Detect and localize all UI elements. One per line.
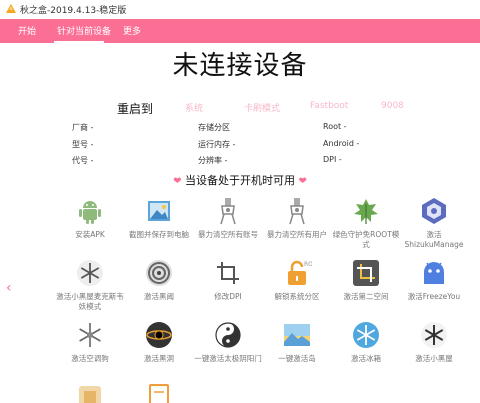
reboot-9008-button[interactable]: 9008 (381, 101, 404, 111)
tool-label: 激活小黑屋麦克斯韦妖模式 (56, 292, 124, 311)
crop-dark-icon (351, 258, 381, 288)
info-dpi: DPI - (323, 155, 342, 164)
tab-more[interactable]: 更多 (123, 24, 141, 37)
active-tab-indicator (54, 41, 104, 43)
yinyang-icon (213, 320, 243, 350)
tool-label: 安装APK (75, 230, 105, 239)
crop-icon (213, 258, 243, 288)
info-manufacturer: 厂商 - (72, 123, 94, 132)
tool-label: 一键激活岛 (278, 354, 316, 363)
app-logo-icon (6, 4, 16, 13)
tool-partial-1[interactable] (54, 382, 126, 403)
tool-blackthreshold[interactable]: 激活黑阈 (123, 258, 195, 302)
tool-island[interactable]: 一键激活岛 (261, 320, 333, 364)
nav-bar: 开始 针对当前设备 更多 (0, 19, 480, 43)
info-ram: 运行内存 - (198, 140, 236, 149)
tool-blackhole[interactable]: 激活黑洞 (123, 320, 195, 364)
image-icon (144, 196, 174, 226)
document-icon (144, 382, 174, 403)
tool-brevent-maxwell[interactable]: 激活小黑屋麦克斯韦妖模式 (54, 258, 126, 312)
tool-label: 暴力清空所有账号 (198, 230, 258, 239)
reboot-fastboot-button[interactable]: Fastboot (310, 101, 348, 111)
tool-label: 一键激活太极阴阳门 (194, 354, 262, 363)
tool-freezeyou[interactable]: 激活FreezeYou (398, 258, 470, 302)
tool-label: 激活第二空间 (343, 292, 389, 301)
tool-modify-dpi[interactable]: 修改DPI (192, 258, 264, 302)
tool-label: 激活FreezeYou (407, 292, 461, 301)
tool-label: 修改DPI (214, 292, 242, 301)
snowflake-blue-icon (351, 320, 381, 350)
info-storage: 存储分区 (198, 123, 230, 132)
tool-greenify[interactable]: 绿色守护免ROOT模式 (330, 196, 402, 250)
tool-label: 截图并保存到电脑 (129, 230, 189, 239)
tool-install-apk[interactable]: 安装APK (54, 196, 126, 240)
heart-icon: ❤ (298, 176, 307, 187)
swirl-icon (144, 258, 174, 288)
tool-partial-2[interactable] (123, 382, 195, 403)
tool-second-space[interactable]: 激活第二空间 (330, 258, 402, 302)
tool-label: 激活黑洞 (144, 354, 174, 363)
android-icon (75, 196, 105, 226)
tool-label: 激活小黑屋 (415, 354, 453, 363)
hexagon-icon (419, 196, 449, 226)
snowflake-dark-icon (419, 320, 449, 350)
tool-label: 解锁系统分区 (274, 292, 320, 301)
section-title: ❤ 当设备处于开机时可用 ❤ (0, 172, 480, 188)
tab-current-device[interactable]: 针对当前设备 (57, 24, 111, 37)
clamp-icon (213, 196, 243, 226)
svg-text:ROOT: ROOT (304, 261, 312, 268)
reboot-system-button[interactable]: 系统 (185, 101, 203, 114)
tool-shizuku[interactable]: 激活ShizukuManage (398, 196, 470, 250)
tool-clear-accounts[interactable]: 暴力清空所有账号 (192, 196, 264, 240)
info-resolution: 分辨率 - (198, 156, 228, 165)
reboot-label: 重启到 (117, 102, 154, 116)
tool-icebox[interactable]: 激活冰箱 (330, 320, 402, 364)
unlock-icon: ROOT (282, 258, 322, 288)
tool-label: 激活ShizukuManage (404, 230, 464, 249)
leaf-icon (351, 196, 381, 226)
tool-brevent[interactable]: 激活小黑屋 (398, 320, 470, 364)
tool-screenshot[interactable]: 截图并保存到电脑 (123, 196, 195, 240)
app-tile-icon (75, 382, 105, 403)
tool-air-dog[interactable]: 激活空调狗 (54, 320, 126, 364)
tool-label: 绿色守护免ROOT模式 (332, 230, 400, 249)
tool-label: 激活黑阈 (144, 292, 174, 301)
island-icon (282, 320, 312, 350)
android-blue-icon (419, 258, 449, 288)
info-codename: 代号 - (72, 156, 94, 165)
title-bar: 秋之盒-2019.4.13-稳定版 (0, 0, 480, 20)
clamp-icon (282, 196, 312, 226)
info-root: Root - (323, 122, 347, 131)
tool-taichi[interactable]: 一键激活太极阴阳门 (192, 320, 264, 364)
chevron-left-icon[interactable]: ‹ (6, 280, 12, 296)
section-title-text: 当设备处于开机时可用 (185, 174, 295, 187)
reboot-recovery-button[interactable]: 卡刷模式 (244, 101, 280, 114)
tab-start[interactable]: 开始 (18, 24, 36, 37)
device-status-title: 未连接设备 (172, 51, 308, 81)
window-title: 秋之盒-2019.4.13-稳定版 (20, 6, 127, 16)
snowflake-icon (75, 320, 105, 350)
info-model: 型号 - (72, 140, 94, 149)
blackhole-icon (144, 320, 174, 350)
snowflake-icon (75, 258, 105, 288)
heart-icon: ❤ (173, 176, 182, 187)
tool-label: 激活冰箱 (351, 354, 381, 363)
tool-label: 激活空调狗 (71, 354, 109, 363)
tool-clear-users[interactable]: 暴力清空所有用户 (261, 196, 333, 240)
tool-label: 暴力清空所有用户 (267, 230, 327, 239)
tool-unlock-partition[interactable]: ROOT 解锁系统分区 (261, 258, 333, 302)
info-android: Android - (323, 139, 360, 148)
